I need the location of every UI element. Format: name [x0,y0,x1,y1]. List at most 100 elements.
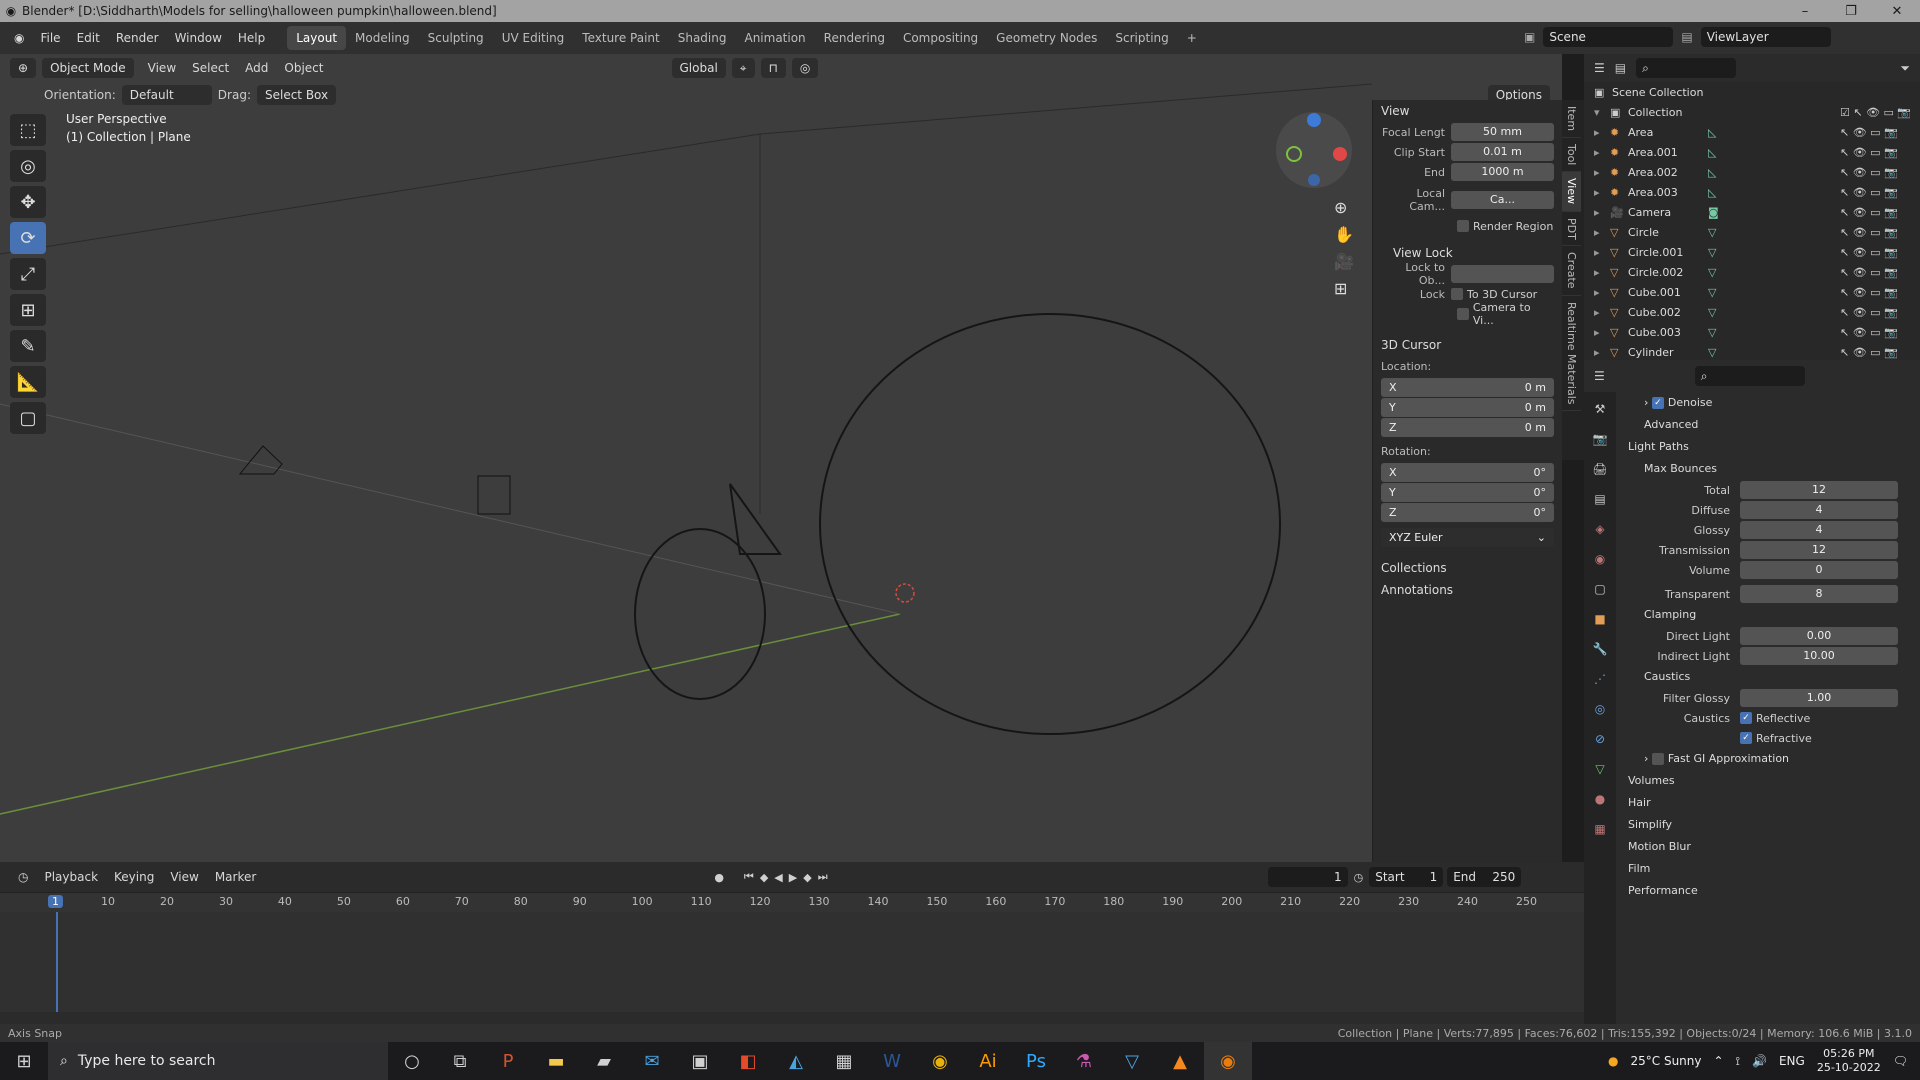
render-region-checkbox[interactable] [1457,220,1469,232]
annotate-icon[interactable]: ✎ [10,330,46,362]
indirect-light-field[interactable]: 10.00 [1740,647,1898,665]
hair-panel[interactable]: Hair [1616,792,1920,814]
tab-scripting[interactable]: Scripting [1106,26,1177,50]
clip-end-field[interactable]: 1000 m [1451,163,1554,181]
scene-collection-row[interactable]: ▣ Scene Collection [1584,82,1920,102]
menu-render[interactable]: Render [108,22,167,54]
world-tab-icon[interactable]: ◉ [1590,550,1610,568]
clip-start-field[interactable]: 0.01 m [1451,143,1554,161]
particles-tab-icon[interactable]: ⋰ [1590,670,1610,688]
reflective-checkbox[interactable]: ✓ [1740,712,1752,724]
tab-geometry-nodes[interactable]: Geometry Nodes [987,26,1106,50]
object-tab-icon[interactable]: ■ [1590,610,1610,628]
timeline-editor-icon[interactable]: ◷ [10,861,36,893]
lock-3d-cursor-checkbox[interactable] [1451,288,1463,300]
close-icon[interactable]: ✕ [1874,4,1920,19]
caustics-panel[interactable]: Caustics [1616,666,1920,688]
tab-compositing[interactable]: Compositing [894,26,987,50]
menu-window[interactable]: Window [167,22,230,54]
tab-sculpting[interactable]: Sculpting [419,26,493,50]
tray-chevron-icon[interactable]: ⌃ [1713,1054,1723,1068]
cursor-location-y[interactable]: Y0 m [1381,398,1554,417]
list-item[interactable]: ▸ ▽ Circle.002 ▽ ↖ 👁 ▭ 📷 [1584,262,1920,282]
list-item[interactable]: ▸ ▽ Circle ▽ ↖ 👁 ▭ 📷 [1584,222,1920,242]
denoise-panel[interactable]: › ✓ Denoise [1616,392,1920,414]
collection-row[interactable]: ▾ ▣ Collection ☑ ↖ 👁 ▭ 📷 [1584,102,1920,122]
app-icon-2[interactable]: ◭ [772,1042,820,1080]
properties-editor-icon[interactable]: ☰ [1594,369,1605,383]
output-tab-icon[interactable]: 🖨 [1590,460,1610,478]
tab-tool[interactable]: Tool [1562,138,1581,173]
network-icon[interactable]: ⟟ [1736,1054,1740,1069]
task-view-icon[interactable]: ⧉ [436,1042,484,1080]
ortho-grid-icon[interactable]: ⊞ [1334,279,1354,298]
snap-icon[interactable]: ⊓ [760,57,786,78]
drag-select[interactable]: Select Box [256,84,337,105]
constraints-tab-icon[interactable]: ⊘ [1590,730,1610,748]
store-icon[interactable]: ▣ [676,1042,724,1080]
pan-hand-icon[interactable]: ✋ [1334,225,1354,244]
max-bounces-panel[interactable]: Max Bounces [1616,458,1920,480]
motion-blur-panel[interactable]: Motion Blur [1616,836,1920,858]
list-item[interactable]: ▸ ✹ Area.001 ◺ ↖ 👁 ▭ 📷 [1584,142,1920,162]
display-mode-icon[interactable]: ▤ [1615,61,1626,75]
performance-panel[interactable]: Performance [1616,880,1920,902]
start-frame-field[interactable]: Start 1 [1369,867,1444,887]
move-icon[interactable]: ✥ [10,186,46,218]
properties-search-input[interactable]: ⌕ [1694,366,1805,386]
rotation-mode-select[interactable]: XYZ Euler ⌄ [1381,528,1554,547]
list-item[interactable]: ▸ ▽ Circle.001 ▽ ↖ 👁 ▭ 📷 [1584,242,1920,262]
focal-length-field[interactable]: 50 mm [1451,123,1554,141]
file-explorer-icon[interactable]: ▬ [532,1042,580,1080]
cursor-location-x[interactable]: X0 m [1381,378,1554,397]
tab-layout[interactable]: Layout [287,26,347,50]
list-item[interactable]: ▸ ✹ Area.002 ◺ ↖ 👁 ▭ 📷 [1584,162,1920,182]
app-icon-3[interactable]: ▦ [820,1042,868,1080]
word-icon[interactable]: W [868,1042,916,1080]
viewport-menu-object[interactable]: Object [276,54,331,84]
outliner-search-input[interactable]: ⌕ [1636,58,1737,78]
cursor-rotation-z[interactable]: Z 0° [1381,503,1554,522]
photoshop-icon[interactable]: Ps [1012,1042,1060,1080]
jump-start-icon[interactable]: ⏮ [744,870,754,884]
app-icon-4[interactable]: ⚗ [1060,1042,1108,1080]
clamping-panel[interactable]: Clamping [1616,604,1920,626]
fast-gi-panel[interactable]: › Fast GI Approximation [1616,748,1920,770]
app-icon[interactable]: ▰ [580,1042,628,1080]
physics-tab-icon[interactable]: ◎ [1590,700,1610,718]
advanced-panel[interactable]: Advanced [1616,414,1920,436]
play-reverse-icon[interactable]: ◀ [774,871,782,884]
mail-icon[interactable]: ✉ [628,1042,676,1080]
tab-view[interactable]: View [1562,172,1581,212]
add-cube-icon[interactable]: ▢ [10,402,46,434]
cortana-icon[interactable]: ○ [388,1042,436,1080]
filter-glossy-field[interactable]: 1.00 [1740,689,1898,707]
tab-rendering[interactable]: Rendering [815,26,894,50]
next-key-icon[interactable]: ◆ [803,871,811,884]
film-panel[interactable]: Film [1616,858,1920,880]
preview-range-icon[interactable]: ◷ [1354,871,1364,884]
list-item[interactable]: ▸ ▽ Cube.003 ▽ ↖ 👁 ▭ 📷 [1584,322,1920,342]
timeline-menu-keying[interactable]: Keying [106,861,162,893]
modifier-tab-icon[interactable]: 🔧 [1590,640,1610,658]
direct-light-field[interactable]: 0.00 [1740,627,1898,645]
prev-key-icon[interactable]: ◆ [760,871,768,884]
refractive-checkbox[interactable]: ✓ [1740,732,1752,744]
annotations-header[interactable]: Annotations [1373,579,1562,601]
notification-icon[interactable]: 🗨 [1893,1054,1908,1068]
menu-help[interactable]: Help [230,22,273,54]
language-label[interactable]: ENG [1779,1054,1805,1068]
editor-type-icon[interactable]: ⊕ [10,57,37,78]
viewport-menu-add[interactable]: Add [237,54,276,84]
windows-start-icon[interactable]: ⊞ [0,1042,48,1080]
minimize-icon[interactable]: – [1782,4,1828,19]
list-item[interactable]: ▸ ✹ Area.003 ◺ ↖ 👁 ▭ 📷 [1584,182,1920,202]
local-camera-field[interactable]: Ca... [1451,191,1554,209]
menu-edit[interactable]: Edit [69,22,108,54]
playhead[interactable] [56,912,58,1012]
current-frame-field[interactable]: 1 [1267,867,1348,887]
volume-bounces-field[interactable]: 0 [1740,561,1898,579]
chrome-icon[interactable]: ◉ [916,1042,964,1080]
mode-select[interactable]: Object Mode [42,57,134,78]
list-item[interactable]: ▸ 🎥 Camera ◙ ↖ 👁 ▭ 📷 [1584,202,1920,222]
